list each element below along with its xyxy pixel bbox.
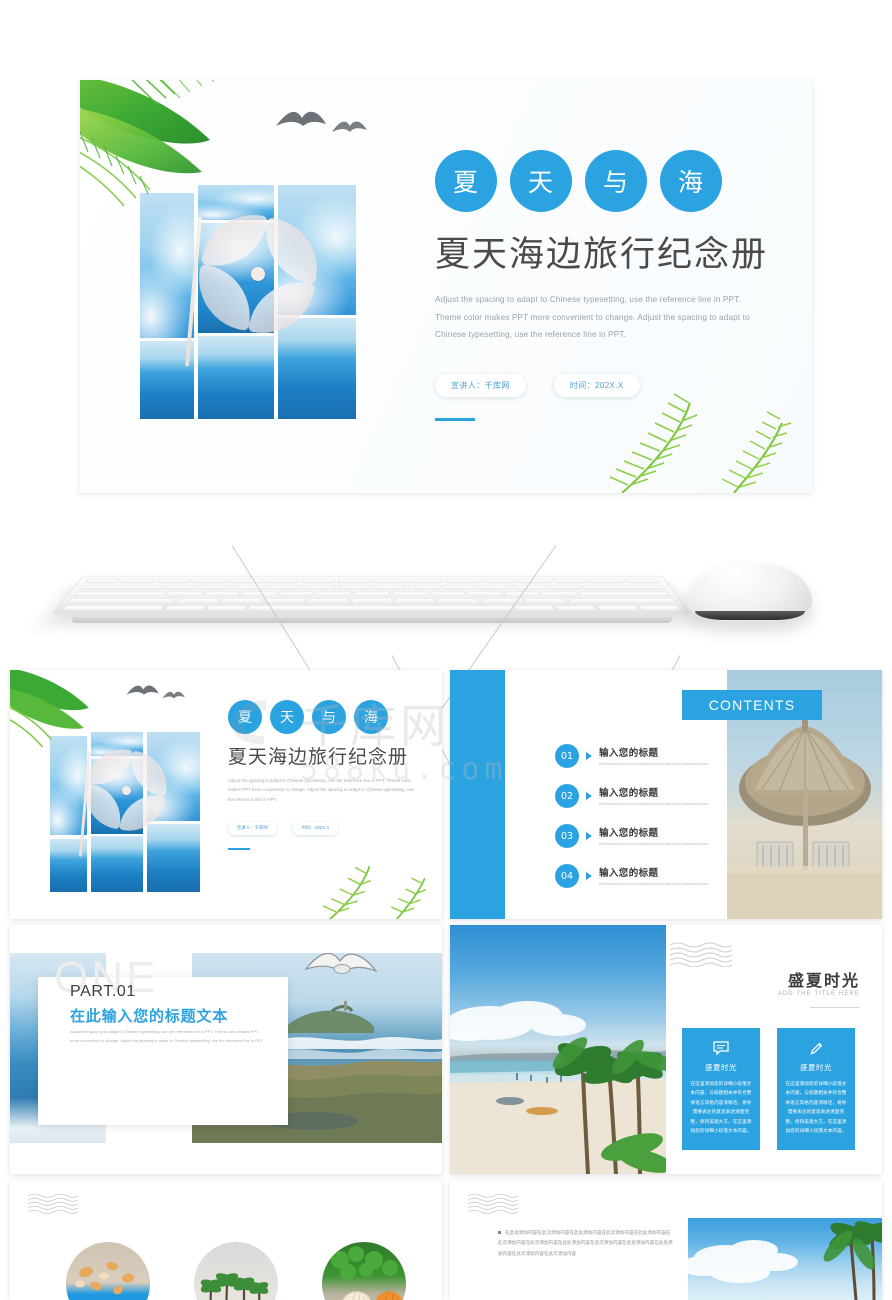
hero-description: Adjust the spacing to adapt to Chinese t… — [435, 295, 750, 340]
thumb-presenter-pill[interactable]: 宣讲人：千库网 — [228, 821, 277, 835]
hero-content: 夏 天 与 海 夏天海边旅行纪念册 Adjust the spacing to … — [435, 150, 775, 397]
contents-item-title: 输入您的标题 — [599, 747, 659, 759]
presenter-pill[interactable]: 宣讲人：千库网 — [435, 373, 526, 397]
contents-number: 04 — [555, 864, 579, 888]
bullet-icon — [498, 1231, 501, 1235]
gallery-image[interactable] — [194, 1242, 278, 1300]
thumb-title-content: 夏 天 与 海 夏天海边旅行纪念册 Adjust the spacing to … — [228, 700, 433, 835]
contents-list: 01 输入您的标题 Brief introduction of new empl… — [555, 736, 725, 896]
thumb-title: 夏天海边旅行纪念册 — [228, 746, 409, 768]
summer-title: 盛夏时光 — [787, 971, 860, 990]
summer-subtitle: ADD THE TITLE HERE — [777, 991, 860, 997]
contents-item[interactable]: 02 输入您的标题 Brief introduction of new empl… — [555, 776, 725, 816]
hero-meta-row: 宣讲人：千库网 时间：202X.X — [435, 373, 775, 397]
summer-card-heading: 盛夏时光 — [800, 1063, 832, 1072]
contents-item-desc: Brief introduction of new employee induc… — [599, 801, 709, 806]
text-bullet-content: 在此处添加内容在此次添加内容在此处添加内容在此次添加内容在此处添加内容在此次添加… — [498, 1230, 673, 1256]
mouse-image — [687, 563, 812, 621]
photo-cell — [198, 336, 274, 419]
summer-card-body: 在这里添加您的详细小段落文本内容，与标题相关并符合整体语言风格内容清晰话，将你需… — [785, 1081, 847, 1134]
seagull-icon — [304, 952, 378, 974]
gallery-image[interactable] — [66, 1242, 150, 1300]
contents-number: 03 — [555, 824, 579, 848]
wave-decoration-icon — [670, 942, 732, 967]
summer-card-body: 在这里添加您的详细小段落文本内容，与标题相关并符合整体语言风格内容清晰话，将你需… — [690, 1081, 752, 1134]
contents-item-title: 输入您的标题 — [599, 827, 659, 839]
section-part-label: PART.01 — [70, 983, 136, 1000]
hero-badge-row: 夏 天 与 海 — [435, 150, 775, 212]
contents-item-desc: Brief introduction of new employee induc… — [599, 881, 709, 886]
palm-beach-image — [450, 925, 666, 1174]
hero-badge[interactable]: 天 — [510, 150, 572, 212]
chevron-right-icon — [586, 792, 592, 800]
thumb-accent-rule — [228, 848, 250, 850]
gallery-image[interactable] — [322, 1242, 406, 1300]
thumb-badge[interactable]: 与 — [312, 700, 346, 734]
contents-accent-bar — [450, 670, 505, 919]
sky-palm-image — [688, 1218, 882, 1300]
contents-item-title: 输入您的标题 — [599, 787, 659, 799]
thumb-meta-row: 宣讲人：千库网 时间：202X.X — [228, 821, 433, 835]
thumb-badge[interactable]: 海 — [354, 700, 388, 734]
keyboard-image — [51, 575, 692, 615]
thumb-text-slide[interactable]: 在此处添加内容在此次添加内容在此处添加内容在此次添加内容在此处添加内容在此次添加… — [450, 1180, 882, 1300]
contents-item[interactable]: 03 输入您的标题 Brief introduction of new empl… — [555, 816, 725, 856]
pinwheel-icon — [190, 206, 326, 342]
summer-card-heading: 盛夏时光 — [705, 1063, 737, 1072]
contents-item[interactable]: 01 输入您的标题 Brief introduction of new empl… — [555, 736, 725, 776]
photo-cell — [140, 193, 194, 338]
device-mockup — [51, 545, 832, 655]
hero-accent-rule — [435, 418, 475, 421]
contents-item-desc: Brief introduction of new employee induc… — [599, 761, 709, 766]
hero-badge[interactable]: 海 — [660, 150, 722, 212]
chevron-right-icon — [586, 872, 592, 880]
wave-decoration-icon — [468, 1193, 518, 1214]
comment-icon — [690, 1038, 752, 1058]
thumb-badge[interactable]: 夏 — [228, 700, 262, 734]
seagull-icon — [276, 111, 367, 132]
hero-photo-grid — [140, 155, 356, 420]
pencil-icon — [785, 1038, 847, 1058]
thumb-photo-grid — [50, 712, 200, 892]
thumb-summer-slide[interactable]: 盛夏时光 ADD THE TITLE HERE 盛夏时光 在这里添加您的详细小段… — [450, 925, 882, 1174]
contents-item[interactable]: 04 输入您的标题 Brief introduction of new empl… — [555, 856, 725, 896]
text-bullet: 在此处添加内容在此次添加内容在此处添加内容在此次添加内容在此处添加内容在此次添加… — [498, 1228, 673, 1259]
chevron-right-icon — [586, 752, 592, 760]
hero-title: 夏天海边旅行纪念册 — [435, 235, 769, 275]
thumb-badge[interactable]: 天 — [270, 700, 304, 734]
chevron-right-icon — [586, 832, 592, 840]
section-description: Adjust the spacing to adapt to Chinese t… — [70, 1029, 264, 1044]
contents-item-desc: Brief introduction of new employee induc… — [599, 841, 709, 846]
contents-number: 02 — [555, 784, 579, 808]
thumb-badge-row: 夏 天 与 海 — [228, 700, 433, 734]
keyboard-base — [71, 617, 673, 623]
thumb-contents-slide[interactable]: CONTENTS 01 输入您的标题 Brief introduction of… — [450, 670, 882, 919]
thumb-description: Adjust the spacing to adapt to Chinese t… — [228, 778, 415, 802]
palm-frond-icon — [322, 865, 427, 919]
hero-badge[interactable]: 与 — [585, 150, 647, 212]
wave-decoration-icon — [28, 1193, 78, 1214]
contents-item-title: 输入您的标题 — [599, 867, 659, 879]
contents-number: 01 — [555, 744, 579, 768]
hero-badge[interactable]: 夏 — [435, 150, 497, 212]
thumb-gallery-slide[interactable] — [10, 1180, 442, 1300]
date-pill[interactable]: 时间：202X.X — [553, 373, 640, 397]
thumb-section-slide[interactable]: ONE PART.01 在此输入您的标题文本 Adjust the spacin… — [10, 925, 442, 1174]
thumb-date-pill[interactable]: 时间：202X.X — [292, 821, 339, 835]
thumb-title-slide[interactable]: 夏 天 与 海 夏天海边旅行纪念册 Adjust the spacing to … — [10, 670, 442, 919]
summer-card[interactable]: 盛夏时光 在这里添加您的详细小段落文本内容，与标题相关并符合整体语言风格内容清晰… — [777, 1028, 855, 1150]
preview-page: 夏 天 与 海 夏天海边旅行纪念册 Adjust the spacing to … — [0, 0, 892, 1300]
hero-title-slide[interactable]: 夏 天 与 海 夏天海边旅行纪念册 Adjust the spacing to … — [80, 80, 812, 493]
section-heading: 在此输入您的标题文本 — [70, 1007, 229, 1025]
summer-rule — [810, 1007, 860, 1008]
summer-card[interactable]: 盛夏时光 在这里添加您的详细小段落文本内容，与标题相关并符合整体语言风格内容清晰… — [682, 1028, 760, 1150]
seagull-icon — [126, 685, 185, 699]
contents-badge: CONTENTS — [682, 690, 822, 720]
